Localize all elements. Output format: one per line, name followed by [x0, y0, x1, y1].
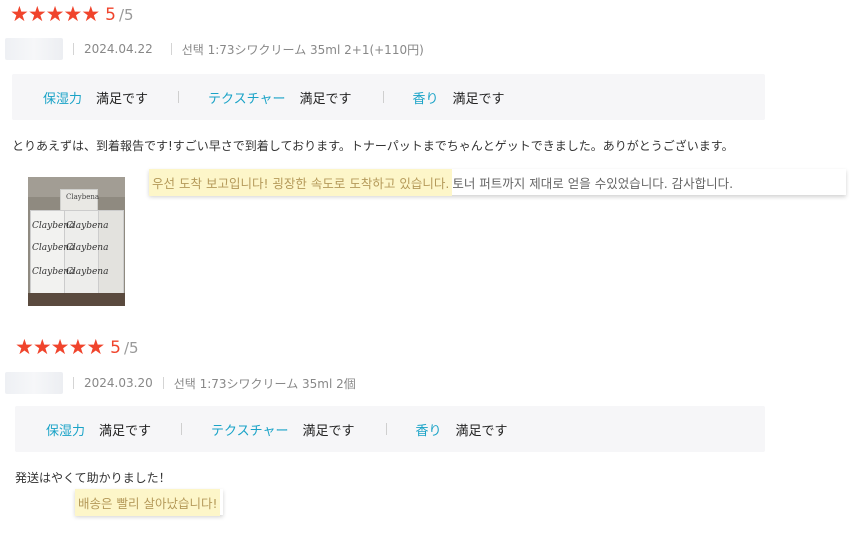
photo-brand-text: Claybena	[66, 243, 109, 253]
attribute-moisture: 保湿力 満足です	[43, 88, 148, 107]
rating-score: 5	[105, 4, 116, 25]
purchase-option: 선택 1:73シワクリーム 35ml 2+1(+110円)	[181, 42, 424, 57]
review-meta: 2024.03.20 선택 1:73シワクリーム 35ml 2個	[5, 372, 356, 394]
star-icon: ★	[86, 335, 106, 359]
attribute-label: 保湿力	[46, 423, 86, 439]
rating-score: 5	[110, 337, 121, 358]
rating-stars: ★ ★ ★ ★ ★ 5 /5	[15, 337, 139, 358]
review-meta: 2024.04.22 선택 1:73シワクリーム 35ml 2+1(+110円)	[5, 38, 424, 60]
attribute-texture: テクスチャー 満足です	[208, 88, 352, 107]
attribute-value: 満足です	[96, 91, 149, 107]
review-date: 2024.04.22	[84, 42, 153, 56]
rating-stars: ★ ★ ★ ★ ★ 5 /5	[10, 4, 134, 25]
translation-popup: 우선 도착 보고입니다! 굉장한 속도로 도착하고 있습니다. 토너 퍼트까지 …	[149, 168, 846, 196]
attribute-label: 保湿力	[43, 91, 83, 107]
attribute-label: テクスチャー	[211, 423, 289, 439]
attribute-texture: テクスチャー 満足です	[211, 420, 355, 439]
star-icon: ★	[15, 335, 34, 359]
divider	[181, 423, 183, 435]
attribute-label: 香り	[412, 91, 439, 107]
attribute-value: 満足です	[302, 423, 355, 439]
photo-brand-text: Claybena	[66, 221, 109, 231]
rating-max: /5	[123, 338, 139, 357]
attribute-moisture: 保湿力 満足です	[46, 420, 151, 439]
attribute-box: 保湿力 満足です テクスチャー 満足です 香り 満足です	[12, 74, 765, 120]
attribute-value: 満足です	[99, 423, 152, 439]
attribute-scent: 香り 満足です	[416, 420, 508, 439]
divider	[382, 91, 384, 103]
star-icon: ★	[63, 2, 83, 26]
reviewer-id-blurred	[5, 38, 63, 60]
attribute-label: 香り	[415, 423, 442, 439]
divider	[162, 377, 164, 389]
star-icon: ★	[50, 335, 70, 359]
star-icon: ★	[27, 2, 47, 26]
translation-highlight: 우선 도착 보고입니다! 굉장한 속도로 도착하고 있습니다.	[149, 168, 453, 196]
star-icon: ★	[45, 2, 65, 26]
photo-brand-text: Claybena	[66, 267, 109, 277]
review-date: 2024.03.20	[84, 376, 153, 390]
star-icon: ★	[10, 2, 29, 26]
translation-text: 토너 퍼트까지 제대로 얻을 수있었습니다. 감사합니다.	[452, 175, 734, 191]
star-icon: ★	[68, 335, 88, 359]
attribute-box: 保湿力 満足です テクスチャー 満足です 香り 満足です	[15, 406, 765, 452]
attribute-value: 満足です	[452, 91, 505, 107]
rating-max: /5	[118, 5, 134, 24]
review-text: とりあえずは、到着報告です!すごい早さで到着しております。トナーパットまでちゃん…	[12, 139, 734, 153]
photo-brand-text: Claybena	[66, 193, 100, 201]
star-icon: ★	[32, 335, 52, 359]
attribute-value: 満足です	[455, 423, 508, 439]
divider	[73, 377, 74, 389]
review-text: 発送はやくて助かりました！	[15, 471, 171, 485]
divider	[73, 43, 74, 55]
attribute-scent: 香り 満足です	[413, 88, 505, 107]
star-icon: ★	[81, 2, 101, 26]
attribute-value: 満足です	[299, 91, 352, 107]
attribute-label: テクスチャー	[208, 91, 286, 107]
reviewer-id-blurred	[5, 372, 63, 394]
divider	[170, 43, 172, 55]
translation-highlight: 배송은 빨리 살아났습니다!	[75, 488, 221, 516]
divider	[178, 91, 180, 103]
divider	[385, 423, 387, 435]
translation-popup: 배송은 빨리 살아났습니다!	[75, 488, 224, 516]
purchase-option: 선택 1:73シワクリーム 35ml 2個	[173, 376, 356, 391]
review-photo[interactable]: Claybena Claybena Claybena Claybena Clay…	[28, 177, 125, 306]
